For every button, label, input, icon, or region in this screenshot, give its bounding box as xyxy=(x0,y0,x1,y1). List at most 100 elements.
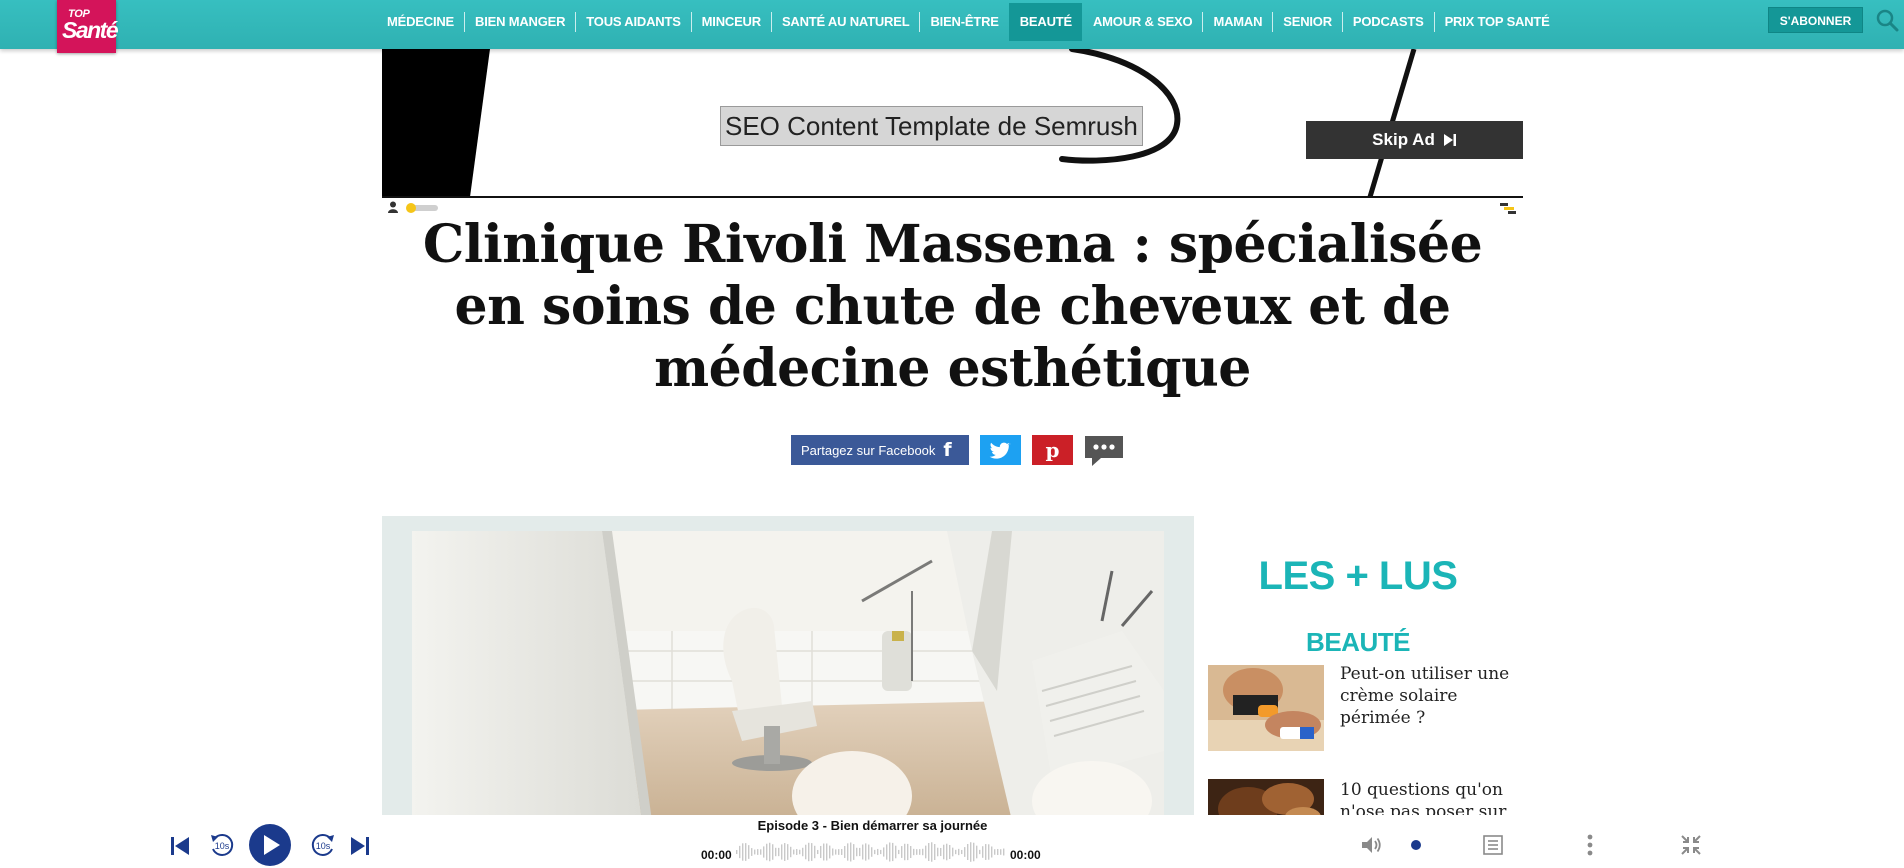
waveform-bar xyxy=(955,849,957,855)
waveform-bar xyxy=(997,848,999,856)
waveform-bar xyxy=(988,844,990,860)
waveform-bar xyxy=(769,842,771,862)
nav-item-senior[interactable]: SENIOR xyxy=(1272,12,1342,32)
top-navigation: TOP Santé MÉDECINE BIEN MANGER TOUS AIDANT… xyxy=(0,0,1904,53)
waveform-bar xyxy=(883,847,885,857)
share-pinterest-button[interactable]: p xyxy=(1032,435,1073,465)
waveform-bar xyxy=(868,844,870,860)
waveform-bar xyxy=(976,845,978,859)
waveform-bar xyxy=(973,842,975,862)
collapse-player-icon[interactable] xyxy=(1680,834,1702,856)
comment-icon[interactable] xyxy=(1083,434,1125,468)
forward-10s-icon[interactable]: 10s xyxy=(309,831,337,859)
most-read-thumbnail[interactable] xyxy=(1208,665,1324,751)
waveform-bar xyxy=(802,847,804,857)
waveform-bar xyxy=(832,848,834,856)
waveform-bar xyxy=(766,843,768,861)
ad-headline: SEO Content Template de Semrush xyxy=(720,106,1143,146)
waveform-bar xyxy=(829,845,831,859)
waveform-bar xyxy=(928,843,930,861)
waveform-bar xyxy=(754,849,756,855)
playlist-icon[interactable] xyxy=(1482,834,1504,856)
waveform-bar xyxy=(853,844,855,860)
share-twitter-button[interactable] xyxy=(980,435,1021,465)
volume-slider[interactable] xyxy=(1408,839,1468,851)
clinic-room-illustration xyxy=(412,531,1164,821)
total-time: 00:00 xyxy=(1010,848,1041,862)
nav-item-minceur[interactable]: MINCEUR xyxy=(690,12,771,32)
waveform-bar xyxy=(850,842,852,862)
waveform-bar xyxy=(784,843,786,861)
skip-ad-button[interactable]: Skip Ad xyxy=(1306,121,1523,159)
skip-next-icon xyxy=(1443,134,1456,146)
waveform-bar xyxy=(805,844,807,860)
volume-icon[interactable] xyxy=(1360,835,1382,855)
sunscreen-photo xyxy=(1208,665,1324,751)
waveform-bar xyxy=(796,849,798,855)
waveform-bar xyxy=(778,847,780,857)
waveform-bar xyxy=(772,844,774,860)
episode-title: Episode 3 - Bien démarrer sa journée xyxy=(757,818,988,833)
audio-waveform[interactable] xyxy=(736,837,1006,867)
waveform-bar xyxy=(748,845,750,859)
most-read-title[interactable]: Peut-on utiliser une crème solaire périm… xyxy=(1340,663,1515,729)
nav-item-maman[interactable]: MAMAN xyxy=(1202,12,1272,32)
nav-item-m-decine[interactable]: MÉDECINE xyxy=(377,12,464,32)
waveform-bar xyxy=(895,845,897,859)
waveform-bar xyxy=(847,843,849,861)
more-options-icon[interactable] xyxy=(1585,833,1595,857)
waveform-bar xyxy=(940,847,942,857)
waveform-bar xyxy=(835,849,837,855)
waveform-bar xyxy=(871,847,873,857)
video-ad[interactable]: SEO Content Template de Semrush Skip Ad xyxy=(382,49,1523,197)
nav-item-prix-top-sant[interactable]: PRIX TOP SANTÉ xyxy=(1433,12,1560,32)
nav-item-bien-manger[interactable]: BIEN MANGER xyxy=(464,12,575,32)
previous-track-icon[interactable] xyxy=(169,835,191,857)
play-button[interactable] xyxy=(248,823,292,867)
waveform-bar xyxy=(862,844,864,860)
waveform-bar xyxy=(745,843,747,861)
waveform-bar xyxy=(970,842,972,862)
ad-user-icon xyxy=(388,201,398,213)
waveform-bar xyxy=(979,849,981,855)
waveform-bar xyxy=(859,847,861,857)
waveform-bar xyxy=(787,844,789,860)
waveform-bar xyxy=(739,845,741,859)
waveform-bar xyxy=(799,849,801,855)
facebook-icon: f xyxy=(943,439,952,461)
nav-item-sant-au-naturel[interactable]: SANTÉ AU NATUREL xyxy=(770,12,920,32)
waveform-bar xyxy=(736,850,738,854)
rewind-10s-icon[interactable]: 10s xyxy=(208,831,236,859)
subscribe-button[interactable]: S'ABONNER xyxy=(1768,7,1863,33)
waveform-bar xyxy=(820,845,822,859)
waveform-bar xyxy=(844,846,846,858)
waveform-bar xyxy=(925,845,927,859)
waveform-bar xyxy=(991,846,993,858)
nav-item-amour-sexo[interactable]: AMOUR & SEXO xyxy=(1082,12,1202,32)
article-title: Clinique Rivoli Massena : spécialisée en… xyxy=(422,214,1483,399)
waveform-bar xyxy=(937,847,939,857)
waveform-bar xyxy=(808,842,810,862)
nav-item-tous-aidants[interactable]: TOUS AIDANTS xyxy=(575,12,690,32)
waveform-bar xyxy=(967,844,969,860)
waveform-bar xyxy=(892,842,894,862)
waveform-bar xyxy=(823,843,825,861)
waveform-bar xyxy=(880,849,882,855)
waveform-bar xyxy=(814,845,816,859)
nav-item-bien-tre[interactable]: BIEN-ÊTRE xyxy=(919,12,1008,32)
waveform-bar xyxy=(916,849,918,855)
waveform-bar xyxy=(856,847,858,857)
share-facebook-button[interactable]: Partagez sur Facebook f xyxy=(791,435,969,465)
waveform-bar xyxy=(841,849,843,855)
next-track-icon[interactable] xyxy=(349,835,371,857)
waveform-bar xyxy=(811,843,813,861)
waveform-bar xyxy=(982,846,984,858)
search-icon[interactable] xyxy=(1875,8,1899,32)
site-logo[interactable]: TOP Santé xyxy=(57,0,119,53)
waveform-bar xyxy=(994,849,996,855)
nav-item-podcasts[interactable]: PODCASTS xyxy=(1341,12,1434,32)
nav-item-beaut[interactable]: BEAUTÉ xyxy=(1008,3,1082,41)
ad-info-icon[interactable] xyxy=(1500,202,1516,214)
most-read-title[interactable]: 10 questions qu'on n'ose pas poser sur xyxy=(1340,779,1515,819)
logo-main-text: Santé xyxy=(62,17,119,43)
